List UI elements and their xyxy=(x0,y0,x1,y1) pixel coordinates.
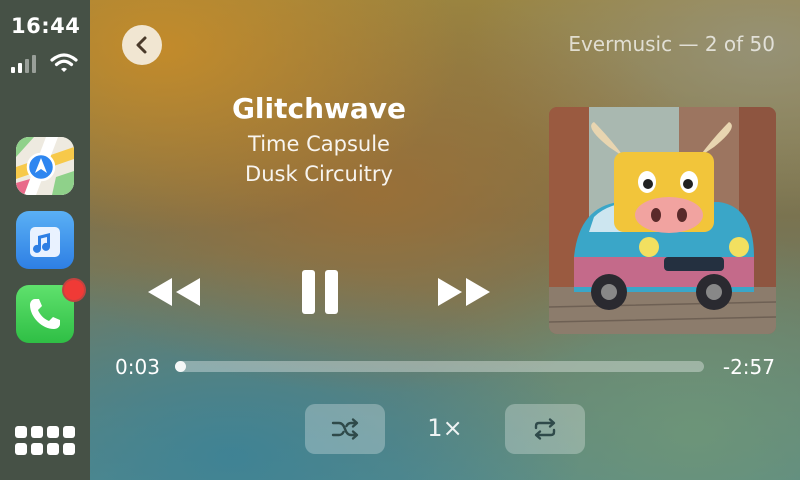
remaining-time: -2:57 xyxy=(722,355,775,379)
wifi-icon xyxy=(50,53,78,72)
queue-source-label: Evermusic — 2 of 50 xyxy=(568,32,775,56)
track-artist: Dusk Circuitry xyxy=(245,162,393,186)
playback-speed-button[interactable]: 1× xyxy=(410,414,480,442)
rewind-button[interactable] xyxy=(146,276,202,308)
track-album: Time Capsule xyxy=(248,132,390,156)
album-art-image xyxy=(549,107,776,334)
maps-icon xyxy=(16,137,74,195)
music-app-button[interactable] xyxy=(16,211,74,269)
shuffle-icon xyxy=(331,418,359,440)
now-playing-screen: Evermusic — 2 of 50 Glitchwave Time Caps… xyxy=(90,0,800,480)
fast-forward-button[interactable] xyxy=(436,276,492,308)
repeat-button[interactable] xyxy=(505,404,585,454)
app-grid-button[interactable] xyxy=(15,426,75,458)
progress-fill xyxy=(175,361,186,372)
music-icon xyxy=(30,227,60,257)
status-time: 16:44 xyxy=(11,14,81,38)
progress-scrubber[interactable] xyxy=(175,361,704,372)
track-title: Glitchwave xyxy=(231,92,407,125)
album-artwork xyxy=(549,107,776,334)
maps-app-button[interactable] xyxy=(16,137,74,195)
pause-button[interactable] xyxy=(300,270,340,314)
shuffle-button[interactable] xyxy=(305,404,385,454)
notification-badge xyxy=(62,278,86,302)
elapsed-time: 0:03 xyxy=(115,355,160,379)
chevron-left-icon xyxy=(136,36,147,54)
back-button[interactable] xyxy=(122,25,162,65)
repeat-icon xyxy=(534,418,556,440)
cellular-signal-icon xyxy=(11,55,45,73)
carplay-sidebar: 16:44 xyxy=(0,0,90,480)
